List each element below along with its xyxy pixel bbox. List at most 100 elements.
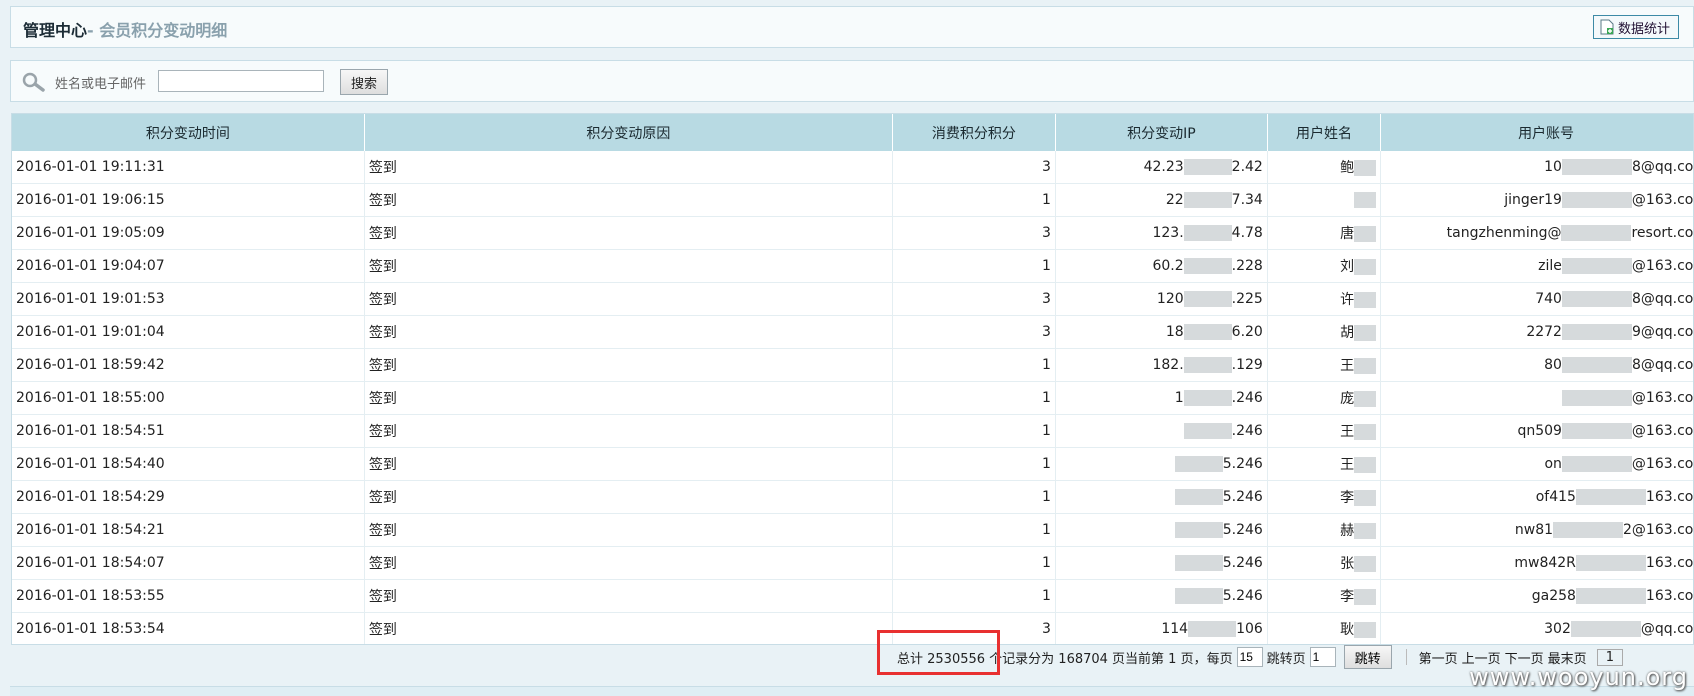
cell-account-tail: @163.com <box>1631 192 1694 208</box>
cell-reason-text: 签到 <box>368 622 397 638</box>
cell-account-tail: 8@qq.com <box>1631 357 1694 373</box>
col-reason[interactable]: 积分变动原因 <box>364 114 893 151</box>
redacted-block <box>1561 258 1632 274</box>
cell-account-text: qn509 <box>1517 423 1562 439</box>
cell-account-text: 80 <box>1544 357 1562 373</box>
cell-reason: 签到 <box>364 612 893 644</box>
cell-reason: 签到 <box>364 249 893 283</box>
first-page-link[interactable]: 第一页 <box>1419 648 1458 667</box>
cell-reason: 签到 <box>364 381 893 415</box>
cell-time-text: 2016-01-01 19:01:04 <box>16 324 165 340</box>
cell-account-text: zile <box>1538 258 1562 274</box>
table-row: 2016-01-01 18:53:55 签到 1 5.246 李 ga258 163.com <box>12 579 1693 613</box>
cell-name-text: 鲍 <box>1340 160 1355 176</box>
table-header-row: 积分变动时间 积分变动原因 消费积分积分 积分变动IP 用户姓名 用户账号 <box>12 114 1693 151</box>
search-button[interactable]: 搜索 <box>340 69 389 95</box>
cell-time: 2016-01-01 19:06:15 <box>12 183 365 217</box>
cell-points: 1 <box>892 480 1056 514</box>
cell-account-text: 302 <box>1544 621 1571 637</box>
cell-ip-tail: .246 <box>1231 423 1263 439</box>
cell-ip: 18 6.20 <box>1055 315 1268 349</box>
cell-reason: 签到 <box>364 151 893 184</box>
cell-ip: 22 7.34 <box>1055 183 1268 217</box>
table-row: 2016-01-01 18:55:00 签到 1 1 .246 庞 @163.com <box>12 381 1693 415</box>
redacted-block <box>1354 259 1377 275</box>
redacted-block <box>1174 522 1223 538</box>
redacted-block <box>1183 291 1232 307</box>
col-points[interactable]: 消费积分积分 <box>892 114 1056 151</box>
cell-name <box>1267 183 1382 217</box>
cell-ip-text: 60.2 <box>1152 258 1184 274</box>
jump-button[interactable]: 跳转 <box>1343 645 1392 669</box>
cell-points-text: 3 <box>1042 225 1051 241</box>
stats-button[interactable]: 数据统计 <box>1592 15 1679 39</box>
cell-name: 李 <box>1267 579 1382 613</box>
cell-account: mw842R 163.com <box>1380 546 1693 580</box>
cell-reason-text: 签到 <box>368 325 397 341</box>
cell-ip-tail: 5.246 <box>1222 588 1263 604</box>
table-row: 2016-01-01 18:53:54 签到 3 114 106 耿 302 @qq.com <box>12 612 1693 644</box>
cell-reason-text: 签到 <box>368 589 397 605</box>
cell-points: 1 <box>892 579 1056 613</box>
search-bar: 姓名或电子邮件 搜索 <box>10 60 1694 102</box>
per-page-input[interactable] <box>1236 647 1263 667</box>
cell-name-text: 胡 <box>1340 325 1355 341</box>
redacted-block <box>1354 622 1377 638</box>
cell-reason-text: 签到 <box>368 160 397 176</box>
cell-ip-text: 114 <box>1161 621 1189 637</box>
cell-points: 1 <box>892 546 1056 580</box>
redacted-block <box>1183 423 1232 439</box>
jump-page-input[interactable] <box>1309 647 1336 667</box>
redacted-block <box>1174 456 1223 472</box>
cell-points-text: 1 <box>1042 489 1051 505</box>
cell-name-text: 唐 <box>1340 226 1355 242</box>
search-input[interactable] <box>158 70 324 92</box>
cell-reason: 签到 <box>364 513 893 547</box>
cell-account-tail: 163.com <box>1645 489 1694 505</box>
cell-account-tail: 8@qq.com <box>1631 291 1694 307</box>
cell-account-tail: 9@qq.com <box>1631 324 1694 340</box>
cell-time-text: 2016-01-01 18:55:00 <box>16 390 165 406</box>
col-name[interactable]: 用户姓名 <box>1267 114 1382 151</box>
cell-points: 3 <box>892 315 1056 349</box>
col-ip[interactable]: 积分变动IP <box>1055 114 1268 151</box>
redacted-block <box>1354 490 1377 506</box>
cell-reason-text: 签到 <box>368 556 397 572</box>
cell-reason: 签到 <box>364 546 893 580</box>
redacted-block <box>1354 192 1377 208</box>
cell-points-text: 1 <box>1042 192 1051 208</box>
cell-ip: 42.23 2.42 <box>1055 151 1268 184</box>
redacted-block <box>1354 226 1377 242</box>
cell-points-text: 1 <box>1042 588 1051 604</box>
cell-reason-text: 签到 <box>368 523 397 539</box>
redacted-block <box>1561 357 1632 373</box>
cell-name-text: 刘 <box>1340 259 1355 275</box>
cell-account-text: on <box>1544 456 1562 472</box>
col-time[interactable]: 积分变动时间 <box>12 114 365 151</box>
table-row: 2016-01-01 19:11:31 签到 3 42.23 2.42 鲍 10 8@qq.c… <box>12 151 1693 184</box>
cell-ip: 60.2 .228 <box>1055 249 1268 283</box>
table-row: 2016-01-01 19:05:09 签到 3 123. 4.78 唐 tangzhenm… <box>12 216 1693 250</box>
redacted-block <box>1183 357 1232 373</box>
cell-points: 1 <box>892 414 1056 448</box>
cell-time-text: 2016-01-01 19:06:15 <box>16 192 165 208</box>
cell-points: 1 <box>892 183 1056 217</box>
cell-account-text: 740 <box>1535 291 1562 307</box>
cell-points: 3 <box>892 151 1056 184</box>
cell-points: 1 <box>892 249 1056 283</box>
col-account[interactable]: 用户账号 <box>1380 114 1693 151</box>
redacted-block <box>1561 423 1632 439</box>
cell-account: of415 163.com <box>1380 480 1694 514</box>
cell-reason-text: 签到 <box>368 193 397 209</box>
redacted-block <box>1188 621 1237 637</box>
cell-ip-text: 18 <box>1165 324 1184 340</box>
cell-points: 1 <box>892 447 1056 481</box>
cell-account-text: of415 <box>1535 489 1576 505</box>
cell-points-text: 1 <box>1042 555 1051 571</box>
redacted-block <box>1354 457 1377 473</box>
cell-ip: 5.246 <box>1055 447 1268 481</box>
cell-account: nw81 2@163.com <box>1380 513 1693 547</box>
cell-points-text: 3 <box>1042 159 1051 175</box>
table-row: 2016-01-01 18:54:07 签到 1 5.246 张 mw842R 163.co… <box>12 546 1693 580</box>
cell-name-text: 庞 <box>1340 391 1355 407</box>
